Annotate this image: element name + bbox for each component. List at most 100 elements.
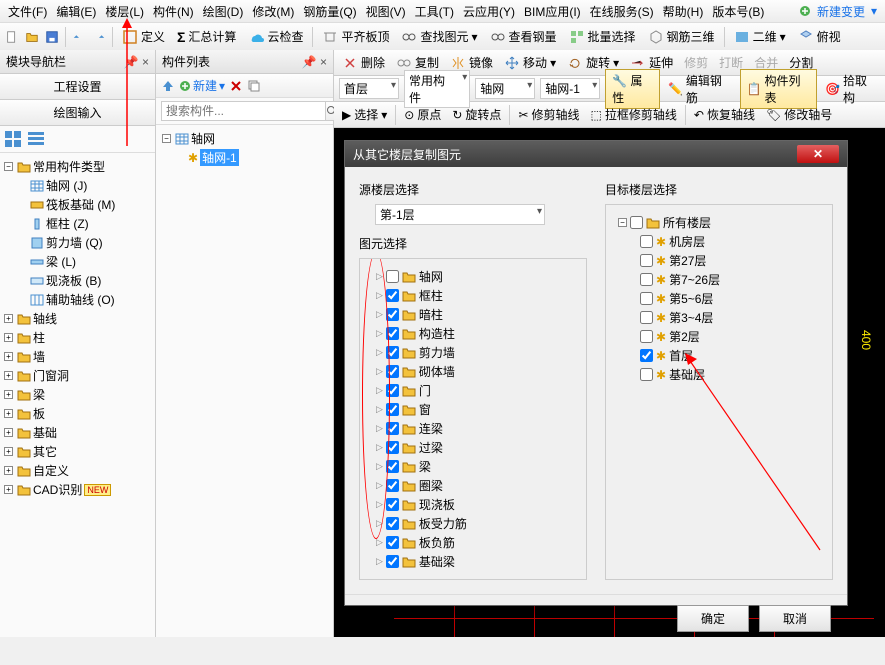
target-item[interactable]: ✱第7~26层 (614, 270, 824, 289)
mid-tree-root[interactable]: −轴网 (158, 129, 331, 148)
element-item[interactable]: ▷剪力墙 (368, 343, 578, 362)
tree-cat-slab[interactable]: +板 (2, 404, 153, 423)
element-item[interactable]: ▷板受力筋 (368, 514, 578, 533)
element-checkbox[interactable] (386, 498, 399, 511)
menu-edit[interactable]: 编辑(E) (53, 1, 99, 22)
pick-comp-button[interactable]: 🎯 拾取构 (822, 70, 880, 108)
target-root[interactable]: −所有楼层 (614, 213, 824, 232)
target-checkbox[interactable] (640, 330, 653, 343)
pin-icon[interactable]: 📌 × (124, 55, 149, 69)
element-item[interactable]: ▷梁 (368, 457, 578, 476)
element-checkbox[interactable] (386, 346, 399, 359)
batch-select-button[interactable]: 批量选择 (566, 26, 639, 47)
menu-file[interactable]: 文件(F) (5, 1, 50, 22)
target-item[interactable]: ✱第2层 (614, 327, 824, 346)
edit-rebar-button[interactable]: ✏️ 编辑钢筋 (665, 70, 735, 108)
tree-cat-custom[interactable]: +自定义 (2, 461, 153, 480)
element-checkbox[interactable] (386, 308, 399, 321)
tree-cat-found[interactable]: +基础 (2, 423, 153, 442)
target-item[interactable]: ✱基础层 (614, 365, 824, 384)
select-button[interactable]: ▶ 选择 ▾ (339, 104, 390, 125)
search-input[interactable] (161, 101, 326, 121)
tree-item-slab[interactable]: 现浇板 (B) (2, 271, 153, 290)
tab-project-settings[interactable]: 工程设置 (0, 74, 155, 100)
element-item[interactable]: ▷构造柱 (368, 324, 578, 343)
element-checkbox[interactable] (386, 327, 399, 340)
menu-cloud[interactable]: 云应用(Y) (460, 1, 518, 22)
tree-root-common[interactable]: −常用构件类型 (2, 157, 153, 176)
element-item[interactable]: ▷门 (368, 381, 578, 400)
level-top-button[interactable]: 平齐板顶 (319, 26, 392, 47)
modify-axis-tag-button[interactable]: 🏷 修改轴号 (763, 104, 835, 125)
tree-item-raft[interactable]: 筏板基础 (M) (2, 195, 153, 214)
copy-icon[interactable] (247, 79, 261, 93)
element-item[interactable]: ▷框柱 (368, 286, 578, 305)
tree-cat-axis[interactable]: +轴线 (2, 309, 153, 328)
menu-online[interactable]: 在线服务(S) (587, 1, 657, 22)
menu-draw[interactable]: 绘图(D) (200, 1, 247, 22)
target-item[interactable]: ✱首层 (614, 346, 824, 365)
element-item[interactable]: ▷过梁 (368, 438, 578, 457)
cloud-check-button[interactable]: 云检查 (245, 26, 306, 47)
2d-button[interactable]: 二维 ▾ (731, 26, 789, 47)
cancel-button[interactable]: 取消 (759, 605, 831, 632)
up-icon[interactable] (161, 79, 175, 93)
element-checkbox[interactable] (386, 460, 399, 473)
common-comp-dropdown[interactable]: 常用构件 (404, 70, 470, 108)
source-floor-dropdown[interactable]: 第-1层 (375, 204, 545, 225)
ok-button[interactable]: 确定 (677, 605, 749, 632)
list-view-icon[interactable] (27, 130, 45, 148)
tree-cat-cad[interactable]: +CAD识别 NEW (2, 480, 153, 499)
menu-help[interactable]: 帮助(H) (660, 1, 707, 22)
open-icon[interactable] (25, 30, 39, 44)
element-checkbox[interactable] (386, 555, 399, 568)
redo-icon[interactable] (92, 30, 106, 44)
target-checkbox[interactable] (640, 273, 653, 286)
target-checkbox[interactable] (640, 254, 653, 267)
target-item[interactable]: ✱第27层 (614, 251, 824, 270)
new-component-button[interactable]: 新建 ▾ (179, 77, 225, 94)
element-item[interactable]: ▷窗 (368, 400, 578, 419)
tab-drawing-input[interactable]: 绘图输入 (0, 100, 155, 126)
summary-button[interactable]: Σ汇总计算 (174, 26, 239, 47)
axis-cat-dropdown[interactable]: 轴网 (475, 78, 535, 99)
delete-button[interactable]: 删除 (339, 52, 388, 73)
menu-version[interactable]: 版本号(B) (709, 1, 767, 22)
view-rebar-qty-button[interactable]: 查看钢量 (487, 26, 560, 47)
bird-view-button[interactable]: 俯视 (795, 26, 844, 47)
grid-view-icon[interactable] (4, 130, 22, 148)
tree-item-aux-axis[interactable]: 辅助轴线 (O) (2, 290, 153, 309)
menu-rebar[interactable]: 钢筋量(Q) (300, 1, 359, 22)
element-checkbox[interactable] (386, 479, 399, 492)
element-checkbox[interactable] (386, 365, 399, 378)
axis-item-dropdown[interactable]: 轴网-1 (540, 78, 600, 99)
menu-view[interactable]: 视图(V) (363, 1, 409, 22)
new-file-icon[interactable] (5, 30, 19, 44)
menu-tool[interactable]: 工具(T) (412, 1, 457, 22)
target-item[interactable]: ✱第5~6层 (614, 289, 824, 308)
target-item[interactable]: ✱第3~4层 (614, 308, 824, 327)
rebar-3d-button[interactable]: 钢筋三维 (645, 26, 718, 47)
element-item[interactable]: ▷轴网 (368, 267, 578, 286)
mid-tree-item[interactable]: ✱轴网-1 (158, 148, 331, 167)
dialog-titlebar[interactable]: 从其它楼层复制图元 ✕ (345, 141, 847, 167)
target-checkbox[interactable] (640, 368, 653, 381)
tree-item-shear-wall[interactable]: 剪力墙 (Q) (2, 233, 153, 252)
element-item[interactable]: ▷砌体墙 (368, 362, 578, 381)
target-checkbox[interactable] (640, 235, 653, 248)
menu-modify[interactable]: 修改(M) (249, 1, 297, 22)
box-trim-axis-button[interactable]: ⬚ 拉框修剪轴线 (588, 104, 680, 125)
tree-cat-wall[interactable]: +墙 (2, 347, 153, 366)
component-type-tree[interactable]: −常用构件类型 轴网 (J) 筏板基础 (M) 框柱 (Z) 剪力墙 (Q) 梁… (0, 153, 155, 637)
move-button[interactable]: 移动 ▾ (501, 52, 559, 73)
dialog-close-button[interactable]: ✕ (797, 145, 839, 163)
element-checkbox[interactable] (386, 536, 399, 549)
element-item[interactable]: ▷圈梁 (368, 476, 578, 495)
target-checkbox[interactable] (640, 349, 653, 362)
save-icon[interactable] (45, 30, 59, 44)
comp-list-button[interactable]: 📋 构件列表 (740, 69, 818, 109)
tree-cat-col[interactable]: +柱 (2, 328, 153, 347)
tree-cat-door[interactable]: +门窗洞 (2, 366, 153, 385)
element-item[interactable]: ▷暗柱 (368, 305, 578, 324)
element-item[interactable]: ▷基础梁 (368, 552, 578, 571)
